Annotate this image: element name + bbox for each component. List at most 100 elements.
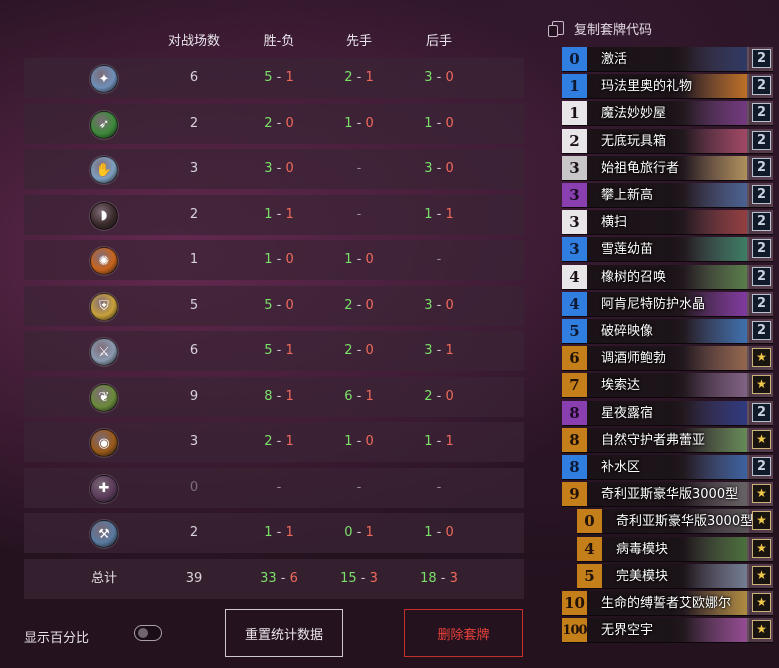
games-played: 3 [189,434,199,449]
empty-dash: - [276,479,282,495]
going-second-cell: 3 - 1 [424,343,454,358]
card-name: 横扫 [601,215,628,231]
win-count: 1 [264,525,273,540]
loss-count: 1 [445,434,454,449]
card-tile[interactable]: 10 生命的缚誓者艾欧娜尔 ★ [562,591,773,616]
card-name: 星夜露宿 [601,405,654,421]
card-divider [747,319,749,343]
card-tile[interactable]: 8 自然守护者弗蕾亚 ★ [562,427,773,453]
going-second-cell: 1 - 1 [424,434,454,449]
card-tile[interactable]: 8 星夜露宿 2 [562,400,773,426]
mana-cost: 2 [562,128,587,153]
loss-count: 1 [285,388,294,404]
card-tile[interactable]: 3 横扫 2 [562,210,773,236]
card-tile[interactable]: 1 玛法里奥的礼物 2 [562,74,773,100]
card-tile[interactable]: 4 阿肯尼特防护水晶 2 [562,291,773,317]
mana-cost: 6 [562,346,587,371]
card-tile-module[interactable]: 5 完美模块 ★ [577,563,773,589]
games-played: 3 [189,161,199,176]
card-tile[interactable]: 100 无界空宇 ★ [562,618,773,644]
card-tile-module[interactable]: 0 奇利亚斯豪华版3000型 ★ [577,509,773,535]
card-art [657,210,747,235]
win-count: 8 [264,388,273,404]
card-tile[interactable]: 2 无底玩具箱 2 [562,128,773,154]
mana-cost: 3 [562,155,587,180]
loss-count: 0 [445,70,454,85]
loss-count: 1 [365,525,374,540]
header-going-first: 先手 [345,34,372,49]
mana-cost: 4 [577,536,602,561]
card-tile[interactable]: 5 破碎映像 2 [562,319,773,344]
card-divider [747,400,749,425]
delete-deck-button[interactable]: 删除套牌 [404,609,523,657]
win-loss-cell: 1 - 1 [264,525,294,540]
rogue-class-icon: ◗ [90,201,118,230]
win-count: 2 [264,115,273,131]
reset-stats-button[interactable]: 重置统计数据 [225,609,343,657]
card-art [657,455,747,479]
loss-count: 0 [285,297,294,313]
empty-dash: - [356,479,362,495]
card-tile-module[interactable]: 4 病毒模块 ★ [577,536,773,562]
loss-count: 0 [445,388,454,404]
card-name: 埃索达 [601,378,641,394]
matchup-row: ✦ 6 5 - 1 2 - 1 3 - 0 [24,58,524,98]
card-tile[interactable]: 8 补水区 2 [562,455,773,480]
card-tile[interactable]: 7 埃索达 ★ [562,373,773,399]
copy-deck-code-button[interactable]: 复制套牌代码 [548,19,652,38]
card-art [657,563,747,588]
card-tile[interactable]: 1 魔法妙妙屋 2 [562,101,773,127]
card-tile[interactable]: 3 攀上新高 2 [562,183,773,208]
going-second-cell: 1 - 0 [424,115,454,131]
header-win-loss: 胜-负 [263,34,295,49]
warlock-class-icon: ✺ [90,247,118,275]
loss-count: 1 [285,525,294,540]
legendary-star-icon: ★ [752,484,771,504]
card-divider [747,291,749,316]
total-going-first: 15 - 3 [340,570,378,586]
matchup-row: ➶ 2 2 - 01 - 01 - 0 [24,103,524,144]
card-divider [747,155,749,180]
win-count: 1 [424,525,433,540]
card-name: 雪莲幼苗 [601,242,654,258]
mana-cost: 8 [562,455,587,479]
win-count: 2 [264,434,273,449]
legendary-star-icon: ★ [752,565,771,585]
card-divider [747,47,749,71]
win-count: 2 [424,388,433,404]
card-name: 无底玩具箱 [601,133,667,149]
show-percent-toggle[interactable] [134,625,162,641]
card-tile[interactable]: 3 雪莲幼苗 2 [562,237,773,263]
demonhunter-class-icon: ◉ [90,429,118,457]
deathknight-class-icon: ⚒ [90,520,118,548]
card-tile[interactable]: 6 调酒师鲍勃 ★ [562,346,773,372]
hunter-class-icon: ➶ [90,110,118,139]
total-going-second: 18 - 3 [420,570,458,586]
legendary-star-icon: ★ [752,511,771,531]
card-divider [747,482,749,507]
loss-count: 1 [365,388,374,404]
win-loss-cell: 5 - 0 [264,297,294,313]
win-loss-cell: 2 - 0 [264,115,294,131]
card-divider [747,455,749,479]
going-first-cell: 6 - 1 [344,388,374,404]
win-count: 1 [344,434,353,449]
card-tile[interactable]: 4 橡树的召唤 2 [562,264,773,290]
card-name: 调酒师鲍勃 [601,351,667,367]
loss-count: 0 [285,252,294,267]
win-count: 3 [264,161,273,176]
card-name: 奇利亚斯豪华版3000型 [601,487,739,503]
win-count: 33 [260,570,277,586]
card-divider [747,591,749,615]
card-name: 魔法妙妙屋 [601,106,667,122]
loss-count: 1 [285,70,294,85]
card-tile[interactable]: 9 奇利亚斯豪华版3000型 ★ [562,482,773,508]
card-art [657,47,747,71]
games-played: 9 [189,388,199,404]
card-tile[interactable]: 0 激活 2 [562,47,773,72]
win-count: 1 [424,434,433,449]
card-tile[interactable]: 3 始祖龟旅行者 2 [562,155,773,181]
win-loss-cell: - [249,468,309,508]
copy-icon [548,21,564,37]
going-second-cell: 2 - 0 [424,388,454,404]
